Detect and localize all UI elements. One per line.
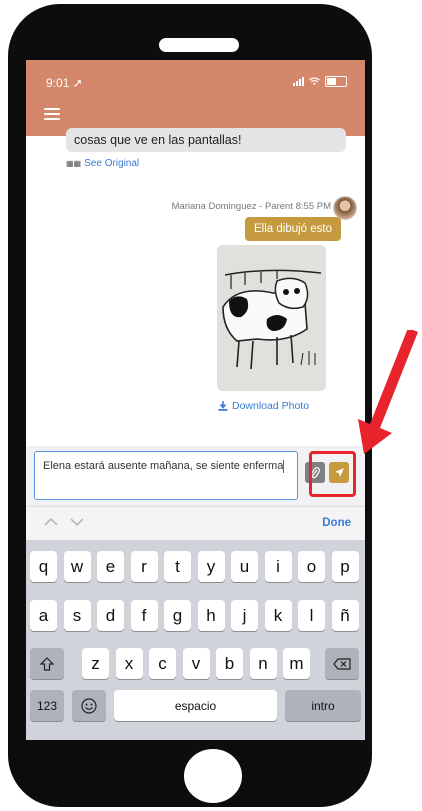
chevron-up-icon[interactable] [44, 517, 58, 527]
key-u[interactable]: u [231, 551, 258, 582]
drawing-photo[interactable] [217, 245, 326, 391]
phone-frame: 9:01 ➚ cosas que ve en las pantallas! ▦▦… [8, 4, 372, 807]
emoji-icon [81, 697, 97, 714]
outgoing-message: Ella dibujó esto [245, 217, 341, 241]
key-f[interactable]: f [130, 600, 158, 631]
wifi-icon [309, 77, 320, 86]
key-b[interactable]: b [216, 648, 243, 679]
key-v[interactable]: v [182, 648, 210, 679]
key-o[interactable]: o [298, 551, 325, 582]
key-e[interactable]: e [97, 551, 124, 582]
key-a[interactable]: a [30, 600, 57, 631]
key-l[interactable]: l [298, 600, 325, 631]
hamburger-menu-icon[interactable] [44, 108, 60, 122]
text-caret [283, 459, 285, 473]
shift-key[interactable] [30, 648, 64, 679]
see-original-link[interactable]: ▦▦ See Original [66, 158, 139, 169]
sent-time: 8:55 PM [295, 201, 331, 212]
cellular-signal-icon [293, 77, 304, 86]
see-original-label: See Original [84, 158, 140, 169]
key-t[interactable]: t [164, 551, 191, 582]
sender-name: Mariana Dominguez - Parent [171, 201, 293, 212]
shift-icon [40, 656, 54, 671]
download-icon [218, 401, 228, 411]
key-y[interactable]: y [197, 551, 225, 582]
backspace-icon [333, 657, 351, 670]
incoming-message: cosas que ve en las pantallas! [66, 128, 346, 152]
translate-icon: ▦▦ [66, 159, 82, 168]
delete-key[interactable] [325, 648, 359, 679]
key-p[interactable]: p [331, 551, 359, 582]
key-c[interactable]: c [149, 648, 176, 679]
phone-screen: 9:01 ➚ cosas que ve en las pantallas! ▦▦… [26, 60, 365, 740]
keyboard-accessory-bar: Done [26, 506, 365, 541]
key-w[interactable]: w [63, 551, 91, 582]
emoji-key[interactable] [72, 690, 106, 721]
key-h[interactable]: h [197, 600, 225, 631]
phone-speaker [159, 38, 239, 52]
status-bar: 9:01 ➚ [26, 60, 365, 102]
red-arrow-icon [358, 330, 418, 454]
return-key[interactable]: intro [285, 690, 361, 721]
numbers-key[interactable]: 123 [30, 690, 64, 721]
download-photo-link[interactable]: Download Photo [218, 400, 309, 412]
status-icons [293, 76, 347, 87]
chevron-down-icon[interactable] [70, 517, 84, 527]
message-input[interactable]: Elena estará ausente mañana, se siente e… [34, 451, 298, 500]
key-j[interactable]: j [231, 600, 258, 631]
key-ñ[interactable]: ñ [331, 600, 359, 631]
message-text: Elena estará ausente mañana, se siente e… [43, 460, 284, 472]
keyboard: qwertyuiop asdfghjklñ zxcvbnm 123 espaci… [26, 540, 365, 740]
download-photo-label: Download Photo [232, 400, 310, 412]
battery-icon [325, 76, 347, 87]
space-key[interactable]: espacio [114, 690, 277, 721]
key-m[interactable]: m [283, 648, 310, 679]
chat-thread[interactable]: cosas que ve en las pantallas! ▦▦ See Or… [26, 128, 365, 446]
key-r[interactable]: r [130, 551, 158, 582]
sender-line: Mariana Dominguez - Parent 8:55 PM [172, 201, 331, 212]
key-z[interactable]: z [82, 648, 109, 679]
home-button[interactable] [184, 749, 242, 803]
key-i[interactable]: i [264, 551, 292, 582]
key-s[interactable]: s [63, 600, 91, 631]
key-k[interactable]: k [264, 600, 292, 631]
key-x[interactable]: x [115, 648, 143, 679]
key-d[interactable]: d [97, 600, 124, 631]
key-q[interactable]: q [30, 551, 57, 582]
key-g[interactable]: g [164, 600, 191, 631]
key-n[interactable]: n [249, 648, 277, 679]
done-button[interactable]: Done [322, 517, 351, 529]
status-time: 9:01 ➚ [46, 76, 83, 90]
location-arrow-icon: ➚ [72, 76, 83, 90]
